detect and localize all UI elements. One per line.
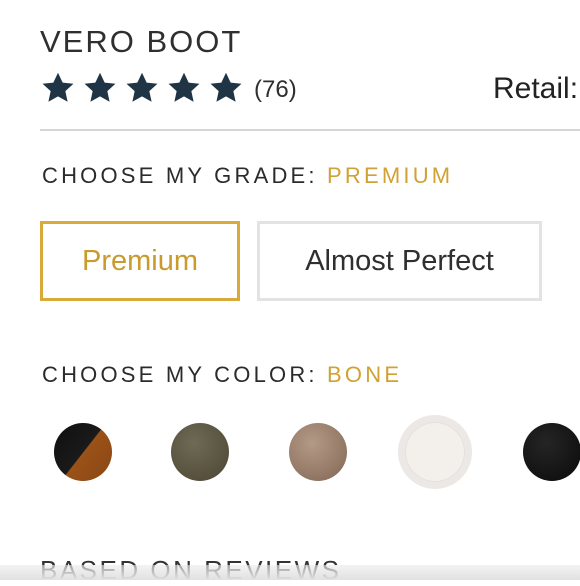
retail-label: Retail: <box>493 72 579 105</box>
color-swatch-olive[interactable] <box>171 423 229 481</box>
grade-option-premium[interactable]: Premium <box>40 221 240 301</box>
review-count[interactable]: (76) <box>254 76 297 104</box>
color-label-text: CHOOSE MY COLOR: <box>42 362 318 387</box>
star-icon <box>40 70 80 110</box>
star-rating[interactable]: (76) <box>40 70 297 110</box>
color-swatch-black[interactable] <box>523 423 580 481</box>
grade-label-text: CHOOSE MY GRADE: <box>42 163 318 188</box>
divider <box>40 129 580 131</box>
color-label: CHOOSE MY COLOR: BONE <box>42 362 402 388</box>
color-selected-value: BONE <box>327 362 403 387</box>
bottom-fade <box>0 565 580 580</box>
star-icon <box>208 70 248 110</box>
star-icon <box>82 70 122 110</box>
color-swatch-black-cognac[interactable] <box>54 423 112 481</box>
color-swatch-bone[interactable] <box>405 422 465 482</box>
grade-label: CHOOSE MY GRADE: PREMIUM <box>42 163 453 189</box>
star-icon <box>124 70 164 110</box>
star-icon <box>166 70 206 110</box>
grade-option-almost-perfect[interactable]: Almost Perfect <box>257 221 542 301</box>
product-title: VERO BOOT <box>40 24 243 59</box>
color-swatch-taupe[interactable] <box>289 423 347 481</box>
grade-selected-value: PREMIUM <box>327 163 454 188</box>
